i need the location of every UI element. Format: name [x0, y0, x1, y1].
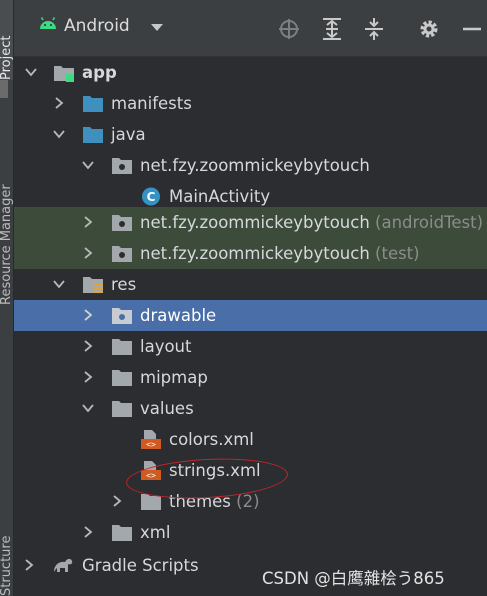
watermark: CSDN @白鹰雜桧う865 [262, 569, 445, 588]
view-selector[interactable]: Android [64, 16, 130, 36]
tree-item-label: net.fzy.zoommickeybytouch (test) [140, 244, 420, 263]
res-folder-icon [83, 277, 103, 293]
minimize-icon[interactable] [460, 15, 484, 41]
tree-item-package-main[interactable]: net.fzy.zoommickeybytouch [14, 150, 487, 181]
chevron-right-icon[interactable] [22, 558, 36, 572]
tree-item-label: drawable [140, 306, 217, 325]
class-icon: C [142, 187, 160, 206]
tree-item-suffix: (androidTest) [375, 213, 484, 232]
folder-icon [112, 525, 132, 541]
locate-icon[interactable] [277, 15, 301, 41]
collapse-all-icon[interactable] [362, 15, 386, 41]
chevron-right-icon[interactable] [81, 215, 95, 229]
tree-item-label: net.fzy.zoommickeybytouch (androidTest) [140, 213, 484, 232]
tree-item-colors-xml[interactable]: <> colors.xml [14, 424, 487, 455]
svg-text:C: C [147, 190, 156, 204]
chevron-down-icon[interactable] [52, 277, 66, 291]
tree-item-label: java [111, 125, 146, 144]
project-tab-indicator [0, 80, 8, 98]
folder-icon [83, 96, 103, 112]
chevron-down-icon[interactable] [151, 24, 163, 31]
tree-item-app[interactable]: app [14, 57, 487, 88]
tree-item-java[interactable]: java [14, 119, 487, 150]
tree-item-package-test[interactable]: net.fzy.zoommickeybytouch (test) [14, 238, 487, 269]
project-tab[interactable]: Project [0, 0, 13, 80]
tree-item-label: xml [140, 523, 171, 542]
tree-item-label: app [82, 63, 117, 82]
chevron-right-icon[interactable] [52, 96, 66, 110]
folder-icon [83, 127, 103, 143]
tree-item-label: MainActivity [169, 187, 271, 206]
tree-item-count: (2) [236, 492, 260, 511]
tree-item-label: manifests [111, 94, 192, 113]
package-icon [112, 158, 132, 174]
gear-icon[interactable] [417, 15, 441, 41]
expand-all-icon[interactable] [320, 15, 344, 41]
chevron-right-icon[interactable] [81, 308, 95, 322]
chevron-down-icon[interactable] [24, 65, 38, 79]
tree-item-drawable[interactable]: drawable [14, 300, 487, 331]
tree-item-layout[interactable]: layout [14, 331, 487, 362]
folder-icon [112, 401, 132, 417]
folder-icon [112, 339, 132, 355]
module-folder-icon [54, 66, 74, 82]
tree-item-suffix: (test) [375, 244, 420, 263]
project-toolbar: Android [14, 0, 487, 57]
tree-item-label: mipmap [140, 368, 208, 387]
resource-manager-tab[interactable]: Resource Manager [0, 125, 13, 305]
tree-item-label: net.fzy.zoommickeybytouch [140, 156, 370, 175]
package-icon [112, 246, 132, 262]
gradle-icon [54, 558, 73, 572]
tree-item-res[interactable]: res [14, 269, 487, 300]
chevron-down-icon[interactable] [52, 127, 66, 141]
tree-item-manifests[interactable]: manifests [14, 88, 487, 119]
chevron-down-icon[interactable] [81, 158, 95, 172]
structure-tab[interactable]: Structure [0, 500, 13, 596]
package-icon [112, 215, 132, 231]
xml-file-icon: <> [141, 430, 161, 449]
chevron-right-icon[interactable] [81, 370, 95, 384]
chevron-down-icon[interactable] [81, 401, 95, 415]
tree-item-package-androidtest[interactable]: net.fzy.zoommickeybytouch (androidTest) [14, 207, 487, 238]
folder-icon [112, 370, 132, 386]
tree-item-xml[interactable]: xml [14, 517, 487, 548]
chevron-right-icon[interactable] [81, 525, 95, 539]
tree-item-label: Gradle Scripts [82, 556, 199, 575]
tree-item-label: values [140, 399, 194, 418]
chevron-right-icon[interactable] [81, 339, 95, 353]
chevron-right-icon[interactable] [110, 494, 124, 508]
tree-item-label: res [111, 275, 137, 294]
svg-text:<>: <> [146, 440, 156, 449]
tree-item-mipmap[interactable]: mipmap [14, 362, 487, 393]
tree-item-label: layout [140, 337, 192, 356]
android-icon [40, 17, 56, 29]
chevron-right-icon[interactable] [81, 246, 95, 260]
tree-item-values[interactable]: values [14, 393, 487, 424]
tree-item-label: colors.xml [169, 430, 254, 449]
side-tool-strip: Project Resource Manager Structure [0, 0, 14, 596]
folder-icon [112, 308, 132, 324]
